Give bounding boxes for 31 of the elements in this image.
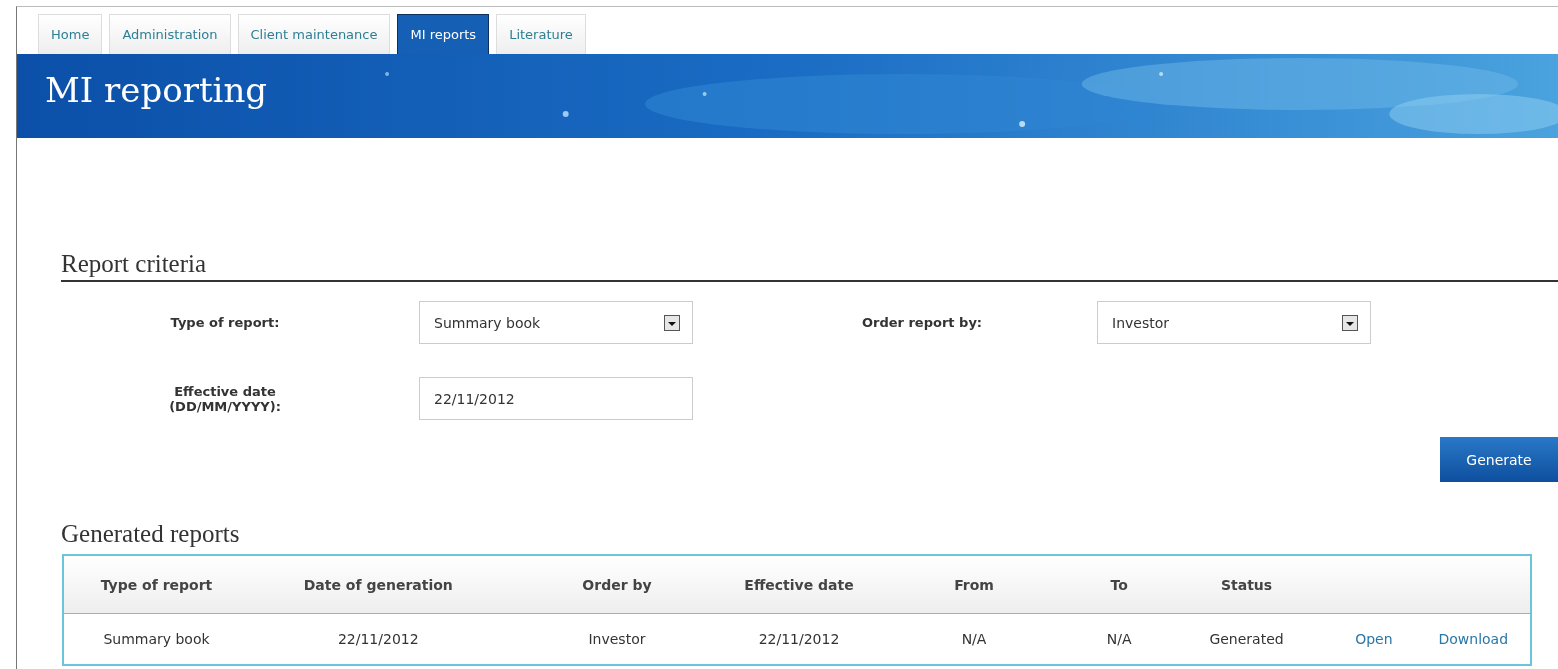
dropdown[interactable]: Summary book [419,301,693,344]
dropdown[interactable]: Investor [1097,301,1371,344]
column-header: From [954,576,994,593]
column-header: Effective date [744,576,854,593]
table-cell: 22/11/2012 [758,631,840,647]
table-cell: 22/11/2012 [337,631,419,647]
nav-tab[interactable]: Client maintenance [237,14,391,54]
column-header: Order by [582,576,652,593]
nav-tab[interactable]: Administration [109,14,231,54]
column-header: Status [1220,576,1273,593]
date-input-field[interactable]: 22/11/2012 [419,377,693,420]
table-cell: Investor [588,631,646,647]
column-header: Date of generation [303,576,453,593]
table-cell: N/A [1106,631,1132,647]
column-header: Type of report [100,576,213,593]
field-label: Effective date (DD/MM/YYYY): [168,383,282,414]
generate-button[interactable]: Generate [1440,437,1558,482]
field-label: Order report by: [860,315,984,330]
nav-tab[interactable]: Home [38,14,103,54]
table-cell: Generated [1209,631,1284,647]
nav-tab[interactable]: Literature [496,14,586,54]
column-header: To [1110,576,1128,593]
table-link[interactable]: Download [1438,631,1509,647]
section-heading: Generated reports [61,520,240,548]
page-title: MI reporting [44,69,268,110]
nav-tab[interactable]: MI reports [397,14,490,54]
table-cell: Summary book [103,631,210,647]
field-label: Type of report: [169,315,281,330]
table-cell: N/A [961,631,987,647]
table-link[interactable]: Open [1355,631,1393,647]
section-heading: Report criteria [61,250,1558,282]
